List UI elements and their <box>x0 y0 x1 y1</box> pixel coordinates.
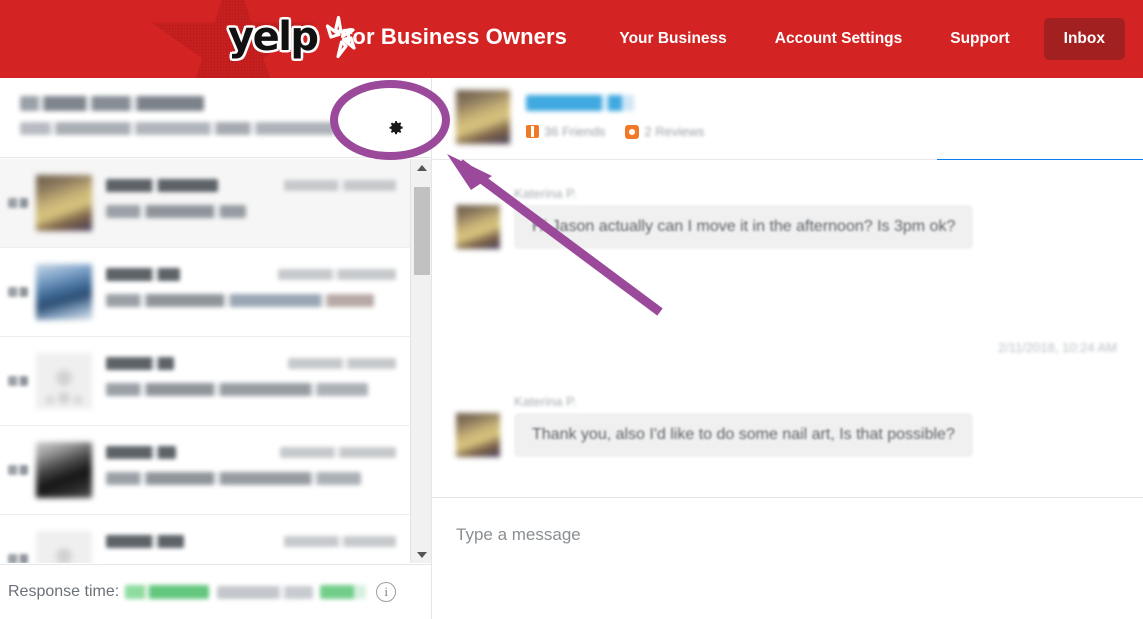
conversation-timestamp <box>280 447 396 458</box>
conversation-summary <box>106 175 410 231</box>
conversation-timestamp <box>284 536 396 547</box>
avatar <box>36 442 92 498</box>
response-time-label: Response time: <box>8 583 120 600</box>
conversation-summary <box>106 531 410 563</box>
message-incoming: Katerina P. Thank you, also I'd like to … <box>456 394 973 457</box>
conversation-header: 36 Friends 2 Reviews <box>432 78 1143 164</box>
unread-indicator <box>8 287 28 297</box>
message-timestamp: 2/11/2018, 10:24 AM <box>997 340 1117 355</box>
yelp-logo[interactable]: yelp <box>228 14 358 60</box>
avatar <box>36 353 92 409</box>
nav-your-business[interactable]: Your Business <box>595 0 750 78</box>
reviews-stat: 2 Reviews <box>625 124 704 139</box>
nav-account-settings[interactable]: Account Settings <box>751 0 926 78</box>
conversation-list-item[interactable] <box>0 515 410 563</box>
avatar <box>36 531 92 563</box>
conversation-summary <box>106 442 410 498</box>
message-thread: Katerina P. Hi Jason actually can I move… <box>432 160 1143 503</box>
page-title: for Business Owners <box>345 24 567 49</box>
avatar <box>456 205 500 249</box>
conversation-list-item[interactable] <box>0 248 410 337</box>
reviews-icon <box>625 124 640 139</box>
contact-name <box>106 446 176 459</box>
unread-indicator <box>8 554 28 563</box>
message-author: Katerina P. <box>514 186 577 201</box>
message-input[interactable] <box>432 498 1143 619</box>
contact-name <box>106 179 218 192</box>
unread-indicator <box>8 198 28 208</box>
reviews-count: 2 Reviews <box>644 124 705 139</box>
conversation-snippet <box>106 472 361 485</box>
conversation-list[interactable] <box>0 159 410 563</box>
conversation-list-item[interactable] <box>0 337 410 426</box>
contact-name <box>106 357 174 370</box>
conversation-timestamp <box>278 269 396 280</box>
conversation-snippet <box>106 205 246 218</box>
conversation-timestamp <box>288 358 396 369</box>
response-time-footer: Response time: i <box>0 564 431 619</box>
business-name <box>20 96 204 111</box>
friends-stat: 36 Friends <box>526 124 605 139</box>
response-rate-value <box>320 585 367 599</box>
business-address <box>20 122 335 135</box>
response-time-value <box>125 585 210 599</box>
message-incoming: Katerina P. Hi Jason actually can I move… <box>456 186 974 249</box>
unread-indicator <box>8 376 28 386</box>
site-header: yelp for Business Owners Your Business A… <box>0 0 1143 78</box>
contact-name <box>106 268 180 281</box>
conversation-snippet <box>106 383 368 396</box>
nav-inbox[interactable]: Inbox <box>1043 18 1125 60</box>
message-author: Katerina P. <box>514 394 577 409</box>
response-rate-label <box>217 585 314 599</box>
friends-count: 36 Friends <box>544 124 606 139</box>
nav-support[interactable]: Support <box>926 0 1033 78</box>
unread-indicator <box>8 465 28 475</box>
conversation-summary <box>106 264 410 320</box>
contact-stats: 36 Friends 2 Reviews <box>526 124 718 139</box>
conversation-list-item[interactable] <box>0 426 410 515</box>
conversation-list-item[interactable] <box>0 159 410 248</box>
scroll-thumb[interactable] <box>414 187 430 275</box>
conversation-summary <box>106 353 410 409</box>
chevron-up-icon[interactable] <box>411 159 432 176</box>
friends-icon <box>526 125 539 138</box>
gear-icon[interactable] <box>378 110 412 144</box>
message-bubble: Hi Jason actually can I move it in the a… <box>514 205 974 249</box>
conversation-snippet <box>106 294 374 307</box>
chevron-down-icon[interactable] <box>411 546 432 563</box>
message-composer[interactable] <box>432 497 1143 619</box>
contact-name <box>106 535 184 548</box>
main-nav: Your Business Account Settings Support I… <box>595 0 1125 78</box>
conversation-list-scrollbar[interactable] <box>410 159 431 563</box>
message-bubble: Thank you, also I'd like to do some nail… <box>514 413 973 457</box>
yelp-wordmark: yelp <box>228 14 319 60</box>
avatar <box>456 413 500 457</box>
avatar <box>36 264 92 320</box>
conversation-timestamp <box>284 180 396 191</box>
business-info-bar <box>0 78 431 158</box>
conversation-panel: 36 Friends 2 Reviews Katerina P. Hi Jaso… <box>431 78 1143 619</box>
yelp-business-inbox-page: yelp for Business Owners Your Business A… <box>0 0 1143 619</box>
contact-name-link[interactable] <box>526 95 634 111</box>
info-icon[interactable]: i <box>376 582 397 602</box>
avatar <box>36 175 92 231</box>
avatar <box>456 90 510 144</box>
